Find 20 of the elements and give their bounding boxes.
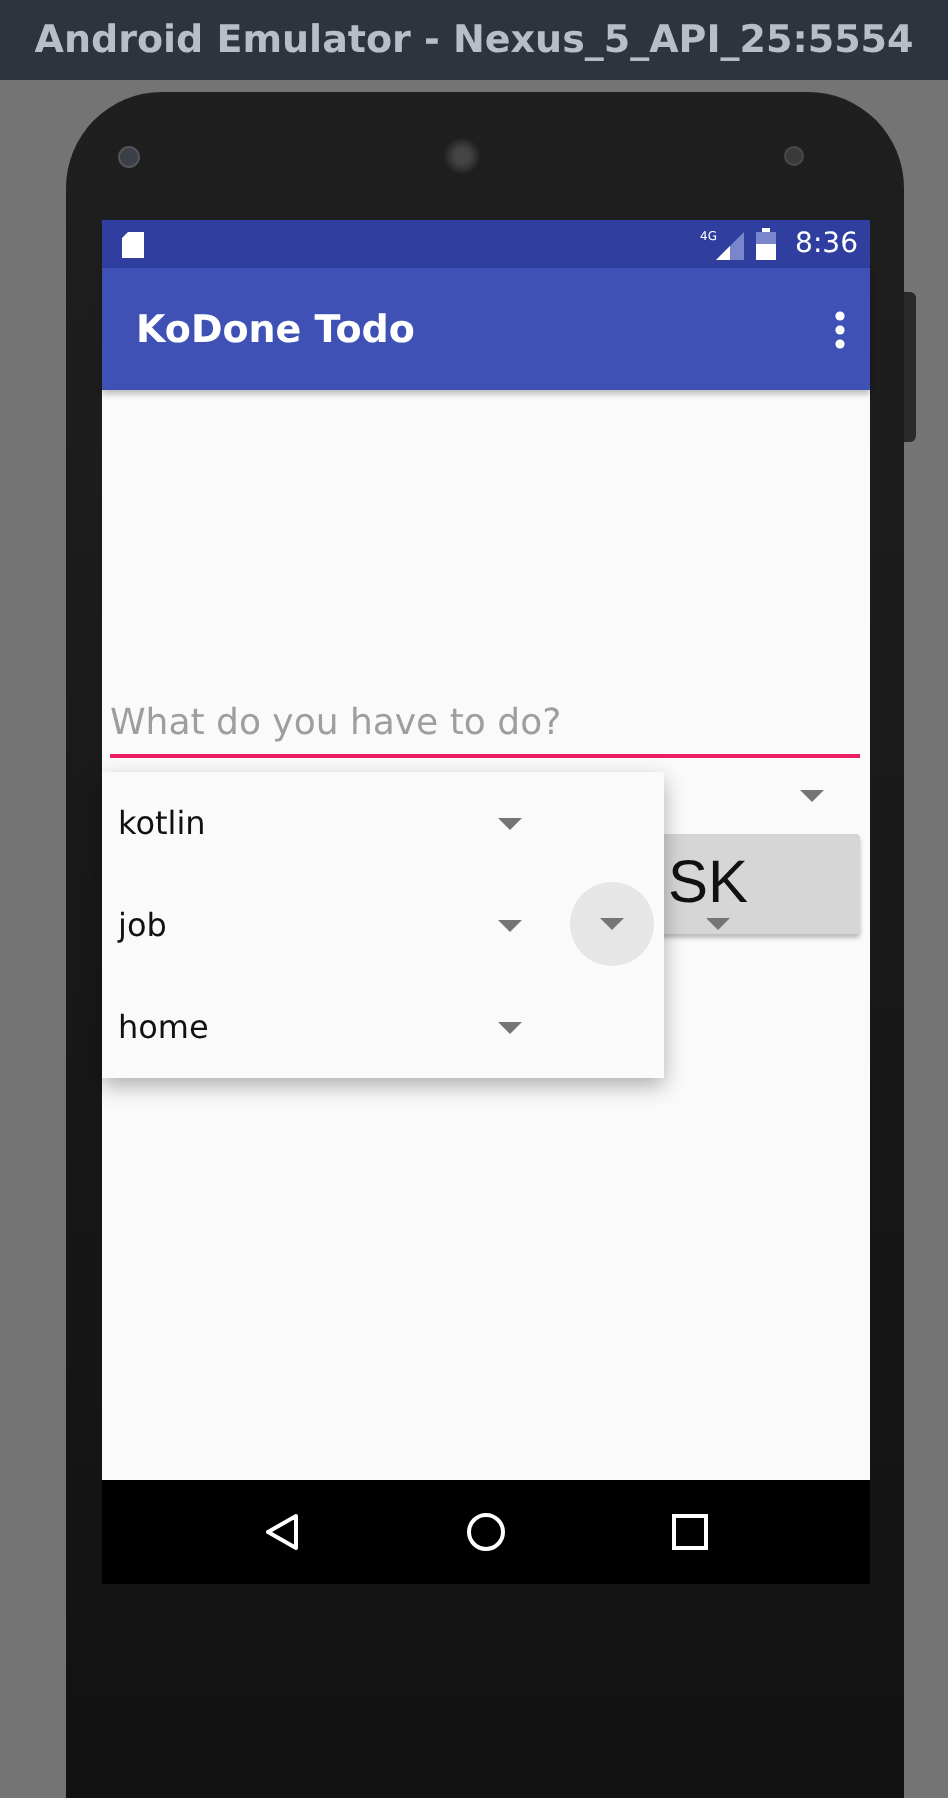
clock: 8:36	[795, 228, 858, 260]
caret-icon	[498, 919, 522, 931]
back-icon[interactable]	[264, 1512, 301, 1552]
sd-card-icon	[122, 231, 144, 257]
caret-icon	[498, 817, 522, 829]
more-icon[interactable]	[834, 309, 846, 349]
sensor-icon	[784, 146, 804, 166]
window-title: Android Emulator - Nexus_5_API_25:5554	[34, 18, 914, 62]
caret-icon	[706, 918, 730, 930]
camera-icon	[118, 145, 140, 167]
battery-icon	[755, 228, 776, 260]
dropdown-item[interactable]: home	[102, 976, 664, 1078]
recents-icon[interactable]	[671, 1514, 708, 1550]
spinner-caret-icon	[800, 790, 824, 802]
caret-icon	[600, 918, 624, 930]
app-title: KoDone Todo	[136, 307, 415, 351]
speaker-icon	[444, 138, 480, 174]
task-field[interactable]: What do you have to do?	[110, 690, 860, 758]
home-icon[interactable]	[465, 1512, 506, 1552]
caret-icon	[498, 1021, 522, 1033]
